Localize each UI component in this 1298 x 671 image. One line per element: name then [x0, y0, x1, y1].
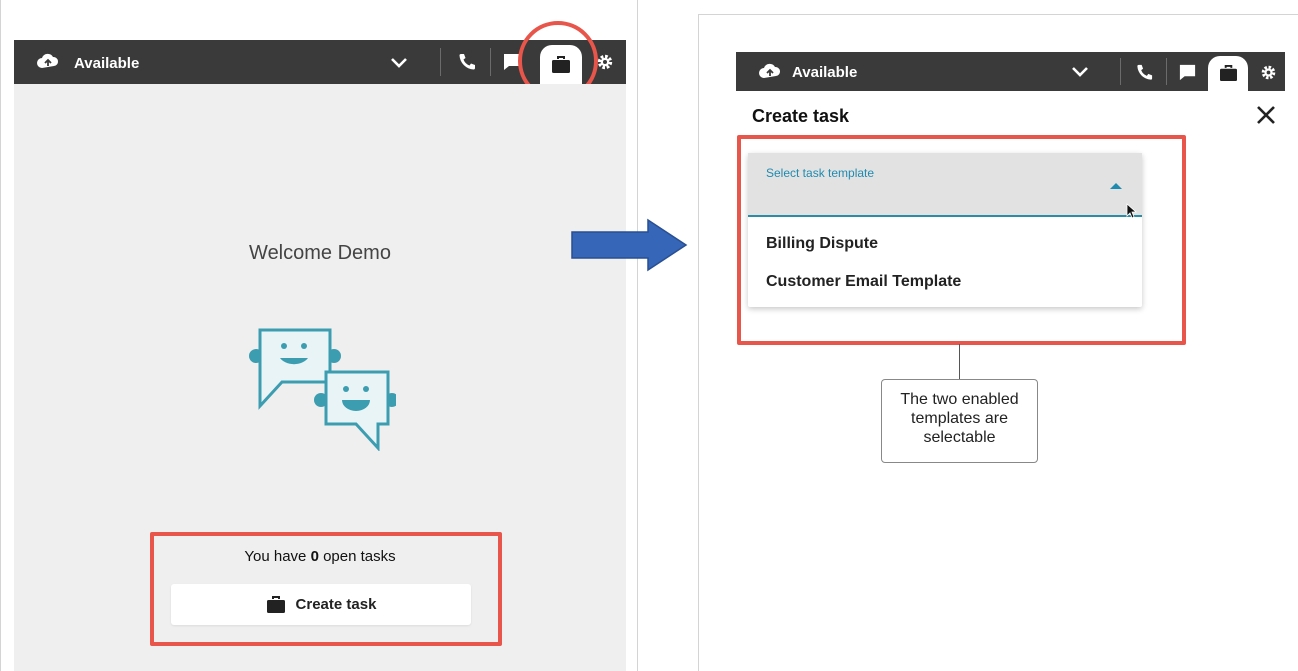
- toolbar-divider: [440, 48, 441, 76]
- gear-icon: [597, 54, 613, 70]
- briefcase-icon: [1219, 65, 1237, 82]
- phone-icon: [1136, 64, 1152, 80]
- chat-icon: [1179, 64, 1195, 80]
- agent-status-label[interactable]: Available: [74, 55, 139, 72]
- cloud-status-icon[interactable]: [36, 52, 60, 77]
- right-ccp-toolbar: Available: [736, 52, 1285, 91]
- agent-status-label[interactable]: Available: [792, 64, 857, 81]
- toolbar-divider: [490, 48, 491, 76]
- gear-icon: [1261, 65, 1275, 79]
- create-task-highlight: [150, 532, 502, 646]
- callout-box: The two enabled templates are selectable: [881, 379, 1038, 463]
- phone-icon: [459, 54, 475, 70]
- chevron-down-icon[interactable]: [1071, 65, 1089, 84]
- cloud-status-icon[interactable]: [758, 62, 782, 87]
- phone-tab-button[interactable]: [450, 46, 484, 78]
- callout-line-3: selectable: [923, 429, 996, 446]
- arrow-right-icon: [571, 218, 688, 272]
- tasks-tab-button[interactable]: [1208, 56, 1248, 91]
- template-list-highlight: [737, 135, 1186, 345]
- welcome-text: Welcome Demo: [249, 242, 391, 264]
- create-task-title: Create task: [752, 106, 850, 126]
- chatbot-illustration: [249, 328, 396, 451]
- callout-line-2: templates are: [911, 410, 1008, 427]
- toolbar-divider: [1120, 58, 1121, 85]
- close-icon[interactable]: [1254, 103, 1278, 127]
- chevron-down-icon[interactable]: [390, 56, 408, 75]
- settings-tab-button[interactable]: [1254, 57, 1282, 87]
- toolbar-divider: [1166, 58, 1167, 85]
- phone-tab-button[interactable]: [1128, 57, 1160, 87]
- chat-tab-button[interactable]: [1172, 57, 1202, 87]
- callout-connector: [959, 344, 960, 380]
- callout-line-1: The two enabled: [900, 391, 1019, 408]
